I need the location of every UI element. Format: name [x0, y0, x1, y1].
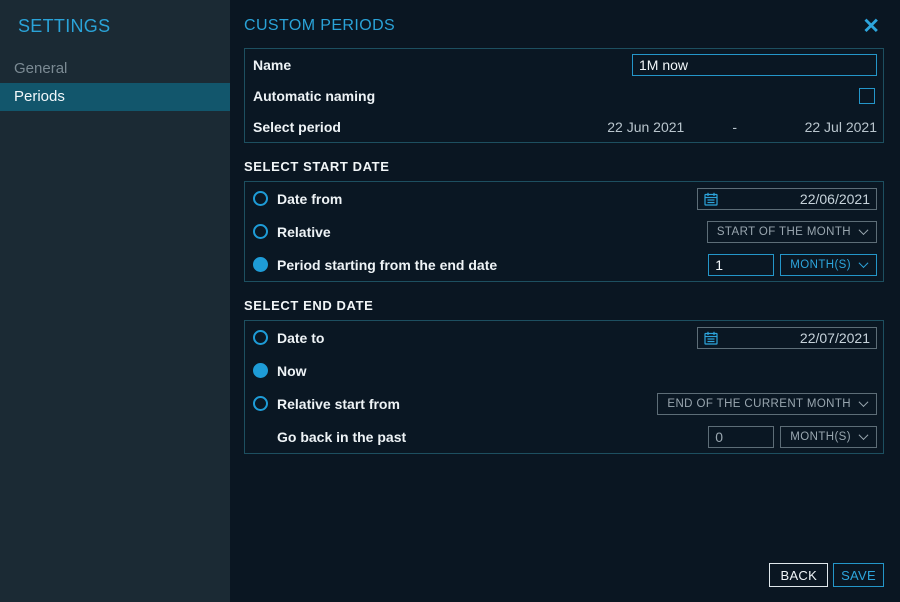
date-from-radio[interactable]	[253, 191, 268, 206]
period-start-row: Period starting from the end date MONTH(…	[245, 248, 883, 281]
page-title: CUSTOM PERIODS	[244, 17, 395, 35]
chevron-down-icon	[859, 397, 869, 407]
go-back-label: Go back in the past	[277, 429, 708, 445]
automatic-naming-row: Automatic naming	[245, 80, 883, 111]
date-to-value: 22/07/2021	[718, 330, 870, 346]
name-label: Name	[253, 57, 632, 73]
sidebar-title: SETTINGS	[0, 0, 230, 55]
relative-dropdown-value: START OF THE MONTH	[717, 226, 851, 238]
select-period-row: Select period 22 Jun 2021 - 22 Jul 2021	[245, 111, 883, 142]
select-period-label: Select period	[253, 119, 607, 135]
custom-periods-panel: CUSTOM PERIODS ✕ Name Automatic naming S…	[230, 0, 900, 602]
relative-row: Relative START OF THE MONTH	[245, 215, 883, 248]
period-end-value: 22 Jul 2021	[785, 119, 877, 135]
period-from-end-radio[interactable]	[253, 257, 268, 272]
sidebar-item-general[interactable]: General	[0, 55, 230, 83]
relative-label: Relative	[277, 224, 707, 240]
relative-radio[interactable]	[253, 224, 268, 239]
end-date-panel: Date to 22/07/2021 Now	[244, 320, 884, 454]
start-date-panel: Date from 22/06/2021 Relative	[244, 181, 884, 282]
relative-start-label: Relative start from	[277, 396, 657, 412]
date-to-label: Date to	[277, 330, 697, 346]
automatic-naming-label: Automatic naming	[253, 88, 859, 104]
name-row: Name	[245, 49, 883, 80]
period-range: 22 Jun 2021 - 22 Jul 2021	[607, 119, 877, 135]
period-unit-dropdown[interactable]: MONTH(S)	[780, 254, 877, 276]
automatic-naming-checkbox[interactable]	[859, 88, 875, 104]
now-row: Now	[245, 354, 883, 387]
date-from-input[interactable]: 22/06/2021	[697, 188, 877, 210]
period-separator: -	[732, 119, 737, 135]
period-unit-value: MONTH(S)	[790, 259, 851, 271]
now-radio[interactable]	[253, 363, 268, 378]
date-from-label: Date from	[277, 191, 697, 207]
save-button[interactable]: SAVE	[833, 563, 884, 587]
chevron-down-icon	[859, 225, 869, 235]
dialog-header: CUSTOM PERIODS ✕	[244, 0, 884, 48]
period-start-value: 22 Jun 2021	[607, 119, 684, 135]
date-from-row: Date from 22/06/2021	[245, 182, 883, 215]
relative-start-row: Relative start from END OF THE CURRENT M…	[245, 387, 883, 420]
start-date-section-title: SELECT START DATE	[244, 159, 884, 174]
period-from-end-label: Period starting from the end date	[277, 257, 708, 273]
date-to-row: Date to 22/07/2021	[245, 321, 883, 354]
relative-start-dropdown[interactable]: END OF THE CURRENT MONTH	[657, 393, 877, 415]
chevron-down-icon	[859, 430, 869, 440]
end-date-section-title: SELECT END DATE	[244, 298, 884, 313]
relative-dropdown[interactable]: START OF THE MONTH	[707, 221, 877, 243]
sidebar-item-periods[interactable]: Periods	[0, 83, 230, 111]
close-icon[interactable]: ✕	[858, 14, 884, 39]
go-back-row: Go back in the past MONTH(S)	[245, 420, 883, 453]
general-settings-panel: Name Automatic naming Select period 22 J…	[244, 48, 884, 143]
now-label: Now	[277, 363, 877, 379]
dialog-footer: BACK SAVE	[244, 563, 884, 587]
go-back-unit-value: MONTH(S)	[790, 431, 851, 443]
period-count-input[interactable]	[708, 254, 774, 276]
date-to-input[interactable]: 22/07/2021	[697, 327, 877, 349]
calendar-icon	[704, 331, 718, 345]
go-back-unit-dropdown[interactable]: MONTH(S)	[780, 426, 877, 448]
name-input[interactable]	[632, 54, 877, 76]
go-back-count-input[interactable]	[708, 426, 774, 448]
relative-start-radio[interactable]	[253, 396, 268, 411]
relative-start-dropdown-value: END OF THE CURRENT MONTH	[667, 398, 851, 410]
settings-sidebar: SETTINGS General Periods	[0, 0, 230, 602]
chevron-down-icon	[859, 258, 869, 268]
back-button[interactable]: BACK	[769, 563, 828, 587]
date-from-value: 22/06/2021	[718, 191, 870, 207]
calendar-icon	[704, 192, 718, 206]
date-to-radio[interactable]	[253, 330, 268, 345]
